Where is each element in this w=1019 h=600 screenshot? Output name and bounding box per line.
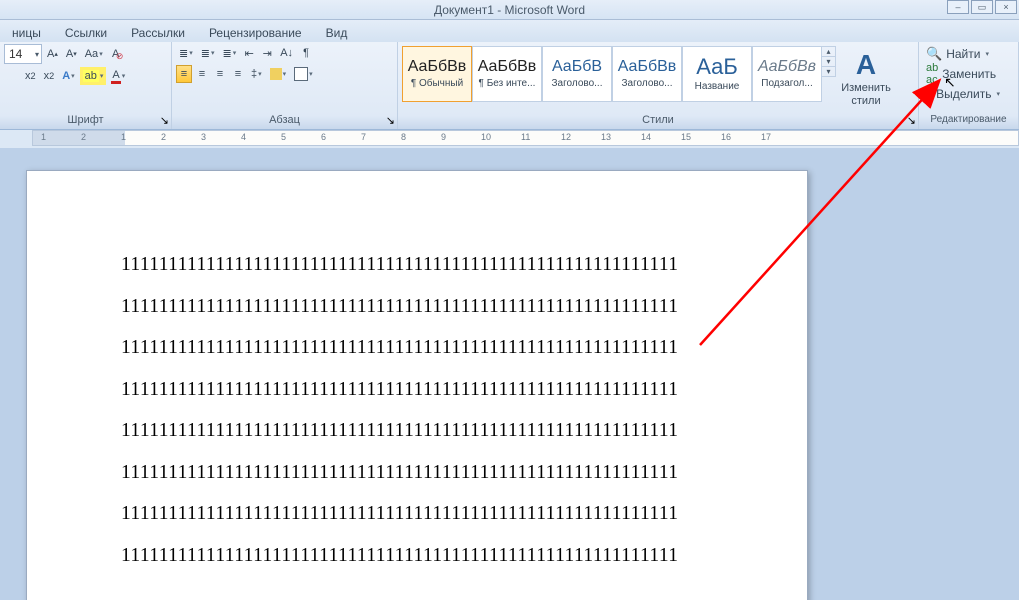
style-name: ¶ Без инте... [477, 78, 538, 89]
align-right-button[interactable]: ≡ [212, 65, 228, 83]
tab-references[interactable]: Ссылки [53, 23, 119, 42]
multilevel-button[interactable]: ≣▾ [219, 44, 239, 62]
style-item-3[interactable]: АаБбВв Заголово... [612, 46, 682, 102]
document-line[interactable]: 1111111111111111111111111111111111111111… [121, 504, 807, 524]
line-spacing-button[interactable]: ‡▾ [248, 65, 265, 83]
justify-button[interactable]: ≡ [230, 65, 246, 83]
borders-button[interactable]: ▾ [291, 65, 316, 83]
group-editing: 🔍 Найти ▾ abac Заменить ⭡ Выделить ▾ Ред… [919, 42, 1019, 129]
style-item-4[interactable]: АаБ Название [682, 46, 752, 102]
highlight-button[interactable]: ab▾ [80, 67, 107, 85]
group-styles-label: Стили [398, 114, 918, 129]
style-name: ¶ Обычный [409, 78, 465, 89]
styles-dialog-launcher[interactable]: ↘ [907, 114, 916, 127]
page[interactable]: 1111111111111111111111111111111111111111… [26, 170, 808, 600]
ribbon-tabs: ницы Ссылки Рассылки Рецензирование Вид [0, 20, 1019, 42]
shading-button[interactable]: ▾ [267, 65, 290, 83]
replace-button[interactable]: abac Заменить [921, 64, 1016, 84]
select-label: Выделить [936, 87, 991, 101]
style-sample: АаБбВв [618, 59, 677, 75]
style-sample: АаБ [696, 56, 738, 78]
style-item-1[interactable]: АаБбВв ¶ Без инте... [472, 46, 542, 102]
font-color-button[interactable]: A▾ [108, 67, 128, 85]
tab-review[interactable]: Рецензирование [197, 23, 314, 42]
font-size-select[interactable]: 14 [4, 44, 42, 64]
cursor-icon: ⭡ [926, 86, 932, 102]
styles-scroll: ▴ ▾ ▾ [822, 46, 836, 77]
replace-icon: abac [926, 62, 938, 86]
font-dialog-launcher[interactable]: ↘ [160, 114, 169, 127]
group-styles: АаБбВв ¶ Обычный АаБбВв ¶ Без инте... АаБбВ З… [398, 42, 919, 129]
replace-label: Заменить [942, 67, 996, 81]
minimize-button[interactable]: – [947, 0, 969, 14]
horizontal-ruler[interactable]: 121234567891011121314151617 [32, 130, 1019, 146]
styles-gallery[interactable]: АаБбВв ¶ Обычный АаБбВв ¶ Без инте... АаБбВ З… [402, 46, 822, 102]
align-center-button[interactable]: ≡ [194, 65, 210, 83]
style-name: Заголово... [550, 78, 605, 89]
document-area: 1111111111111111111111111111111111111111… [0, 148, 1019, 600]
document-line[interactable]: 1111111111111111111111111111111111111111… [121, 463, 807, 483]
style-sample: АаБбВв [758, 59, 816, 75]
close-button[interactable]: × [995, 0, 1017, 14]
maximize-button[interactable]: ▭ [971, 0, 993, 14]
group-paragraph: ≣▾ ≣▾ ≣▾ ⇤ ⇥ A↓ ¶ ≡ ≡ ≡ ≡ ‡▾ ▾ ▾ [172, 42, 398, 129]
align-left-button[interactable]: ≡ [176, 65, 192, 83]
style-sample: АаБбВв [408, 59, 467, 75]
tab-view[interactable]: Вид [314, 23, 360, 42]
tab-mailings[interactable]: Рассылки [119, 23, 197, 42]
styles-expand[interactable]: ▾ [822, 67, 835, 76]
find-button[interactable]: 🔍 Найти ▾ [921, 44, 1016, 64]
document-line[interactable]: 1111111111111111111111111111111111111111… [121, 255, 807, 275]
styles-scroll-down[interactable]: ▾ [822, 57, 835, 67]
superscript-button[interactable]: x2 [41, 67, 58, 85]
change-case-button[interactable]: Aa▾ [82, 45, 106, 63]
indent-decrease-button[interactable]: ⇤ [241, 44, 257, 62]
ruler-area: 121234567891011121314151617 [0, 130, 1019, 148]
window-title: Документ1 - Microsoft Word [434, 3, 585, 17]
document-line[interactable]: 1111111111111111111111111111111111111111… [121, 297, 807, 317]
indent-increase-button[interactable]: ⇥ [259, 44, 275, 62]
style-sample: АаБбВ [552, 59, 602, 75]
group-font: 14 A▴ A▾ Aa▾ A⊘ Ж x2 x2 A▾ ab▾ A▾ Шрифт … [0, 42, 172, 129]
change-styles-label: Изменить стили [841, 82, 891, 107]
find-label: Найти [946, 47, 980, 61]
grow-font-button[interactable]: A▴ [44, 45, 61, 63]
binoculars-icon: 🔍 [926, 46, 942, 62]
document-line[interactable]: 1111111111111111111111111111111111111111… [121, 421, 807, 441]
clear-format-button[interactable]: A⊘ [108, 45, 124, 63]
style-name: Подзагол... [759, 78, 814, 89]
numbering-button[interactable]: ≣▾ [198, 44, 218, 62]
show-marks-button[interactable]: ¶ [298, 44, 314, 62]
styles-scroll-up[interactable]: ▴ [822, 47, 835, 57]
document-line[interactable]: 1111111111111111111111111111111111111111… [121, 338, 807, 358]
change-styles-button[interactable]: A Изменить стили [840, 46, 892, 112]
select-button[interactable]: ⭡ Выделить ▾ [921, 84, 1016, 104]
text-effects-button[interactable]: A▾ [59, 67, 77, 85]
style-item-0[interactable]: АаБбВв ¶ Обычный [402, 46, 472, 102]
ribbon: 14 A▴ A▾ Aa▾ A⊘ Ж x2 x2 A▾ ab▾ A▾ Шрифт … [0, 42, 1019, 130]
change-styles-icon: A [851, 50, 881, 80]
shrink-font-button[interactable]: A▾ [63, 45, 80, 63]
paragraph-dialog-launcher[interactable]: ↘ [386, 114, 395, 127]
title-bar: Документ1 - Microsoft Word – ▭ × [0, 0, 1019, 20]
sort-button[interactable]: A↓ [277, 44, 296, 62]
document-line[interactable]: 1111111111111111111111111111111111111111… [121, 380, 807, 400]
group-paragraph-label: Абзац [172, 114, 397, 129]
document-line[interactable]: 1111111111111111111111111111111111111111… [121, 546, 807, 566]
tab-pages[interactable]: ницы [0, 23, 53, 42]
style-name: Название [693, 81, 742, 92]
window-controls: – ▭ × [947, 0, 1017, 14]
style-sample: АаБбВв [478, 59, 537, 75]
group-font-label: Шрифт [0, 114, 171, 129]
group-editing-label: Редактирование [919, 114, 1018, 129]
style-name: Заголово... [620, 78, 675, 89]
style-item-5[interactable]: АаБбВв Подзагол... [752, 46, 822, 102]
style-item-2[interactable]: АаБбВ Заголово... [542, 46, 612, 102]
subscript-button[interactable]: x2 [22, 67, 39, 85]
bullets-button[interactable]: ≣▾ [176, 44, 196, 62]
